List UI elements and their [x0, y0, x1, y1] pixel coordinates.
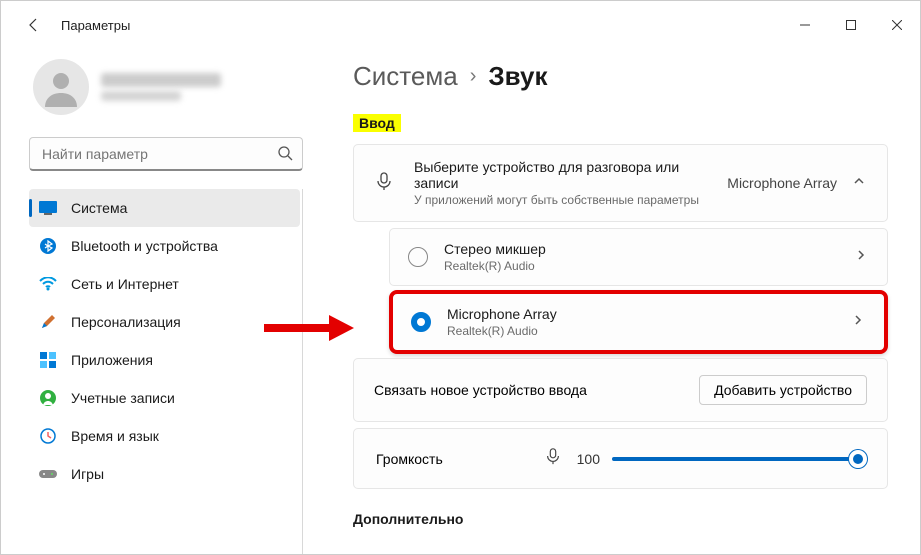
sidebar-item-personalization[interactable]: Персонализация: [29, 303, 300, 341]
chevron-right-icon: ›: [470, 65, 477, 88]
sidebar-item-time-language[interactable]: Время и язык: [29, 417, 300, 455]
user-profile[interactable]: [29, 49, 303, 137]
highlighted-option: Microphone Array Realtek(R) Audio: [389, 290, 888, 354]
search-icon: [277, 145, 293, 166]
nav-label: Система: [71, 200, 127, 216]
current-input-device: Microphone Array: [727, 175, 837, 191]
sidebar-item-apps[interactable]: Приложения: [29, 341, 300, 379]
chevron-right-icon: [855, 248, 869, 266]
sidebar-item-accounts[interactable]: Учетные записи: [29, 379, 300, 417]
volume-value: 100: [574, 451, 600, 467]
window-controls: [782, 1, 920, 49]
radio-checked[interactable]: [411, 312, 431, 332]
nav-label: Персонализация: [71, 314, 181, 330]
nav-label: Сеть и Интернет: [71, 276, 179, 292]
device-option-stereo-mixer[interactable]: Стерео микшер Realtek(R) Audio: [389, 228, 888, 286]
device-driver: Realtek(R) Audio: [444, 259, 839, 273]
gamepad-icon: [39, 465, 57, 483]
nav-label: Bluetooth и устройства: [71, 238, 218, 254]
clock-globe-icon: [39, 427, 57, 445]
breadcrumb: Система › Звук: [353, 61, 888, 92]
radio-unchecked[interactable]: [408, 247, 428, 267]
maximize-button[interactable]: [828, 1, 874, 49]
search-box[interactable]: [29, 137, 303, 171]
paintbrush-icon: [39, 313, 57, 331]
sidebar: Система Bluetooth и устройства Сеть и Ин…: [1, 49, 317, 554]
wifi-icon: [39, 275, 57, 293]
section-more-header: Дополнительно: [353, 511, 888, 527]
minimize-button[interactable]: [782, 1, 828, 49]
sidebar-item-gaming[interactable]: Игры: [29, 455, 300, 493]
nav-label: Игры: [71, 466, 104, 482]
sidebar-item-system[interactable]: Система: [29, 189, 300, 227]
apps-icon: [39, 351, 57, 369]
sidebar-item-network[interactable]: Сеть и Интернет: [29, 265, 300, 303]
input-device-card[interactable]: Выберите устройство для разговора или за…: [353, 144, 888, 222]
bluetooth-icon: [39, 237, 57, 255]
add-device-button[interactable]: Добавить устройство: [699, 375, 867, 405]
titlebar: Параметры: [1, 1, 920, 49]
device-name: Microphone Array: [447, 306, 836, 322]
input-device-subtitle: У приложений могут быть собственные пара…: [414, 193, 709, 207]
nav-label: Приложения: [71, 352, 153, 368]
volume-label: Громкость: [376, 451, 526, 467]
microphone-icon[interactable]: [544, 447, 562, 470]
display-icon: [39, 199, 57, 217]
sidebar-item-bluetooth[interactable]: Bluetooth и устройства: [29, 227, 300, 265]
volume-slider[interactable]: [612, 457, 865, 461]
microphone-icon: [374, 171, 396, 196]
search-input[interactable]: [29, 137, 303, 171]
nav-label: Время и язык: [71, 428, 159, 444]
window-title: Параметры: [61, 18, 130, 33]
slider-thumb[interactable]: [849, 450, 867, 468]
volume-card: Громкость 100: [353, 428, 888, 489]
pair-device-label: Связать новое устройство ввода: [374, 382, 681, 398]
close-button[interactable]: [874, 1, 920, 49]
nav-list: Система Bluetooth и устройства Сеть и Ин…: [29, 189, 303, 554]
device-option-microphone-array[interactable]: Microphone Array Realtek(R) Audio: [389, 290, 888, 354]
main-content: Система › Звук Ввод Выберите устройство …: [317, 49, 920, 554]
input-device-title: Выберите устройство для разговора или за…: [414, 159, 709, 191]
pair-device-card: Связать новое устройство ввода Добавить …: [353, 358, 888, 422]
page-title: Звук: [488, 61, 547, 92]
breadcrumb-parent[interactable]: Система: [353, 61, 458, 92]
profile-name: [101, 73, 221, 101]
back-button[interactable]: [19, 10, 49, 40]
nav-label: Учетные записи: [71, 390, 175, 406]
person-icon: [39, 389, 57, 407]
section-input-header: Ввод: [353, 114, 401, 132]
device-driver: Realtek(R) Audio: [447, 324, 836, 338]
device-name: Стерео микшер: [444, 241, 839, 257]
avatar: [33, 59, 89, 115]
chevron-right-icon: [852, 313, 866, 331]
chevron-up-icon: [853, 174, 867, 192]
